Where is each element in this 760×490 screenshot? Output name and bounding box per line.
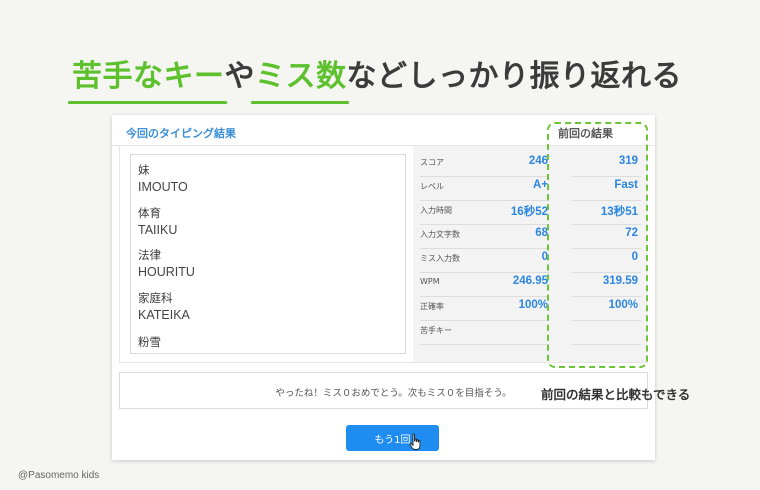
headline-highlight-weak-keys: 苦手なキー (68, 51, 226, 104)
retry-button-label: もう1回 (374, 434, 411, 446)
word-kanji: 家庭科 (138, 291, 173, 305)
word-kanji: 妹 (138, 163, 150, 177)
stat-label-wpm: WPM (420, 277, 440, 286)
word-kanji: 体育 (138, 206, 161, 220)
list-item: 家庭科 KATEIKA (138, 291, 190, 323)
word-kanji: 法律 (138, 248, 161, 262)
word-romaji: HOURITU (138, 265, 195, 279)
previous-results-highlight (547, 122, 648, 368)
stat-current-char-count: 68 (535, 227, 548, 239)
stat-label-accuracy: 正確率 (420, 302, 444, 311)
headline-highlight-miss-count: ミス数 (251, 51, 348, 104)
list-item: 妹 IMOUTO (138, 163, 188, 195)
list-item: 法律 HOURITU (138, 248, 195, 280)
headline: 苦手なキー や ミス数 などしっかり振り返れる (68, 48, 682, 104)
divider (420, 224, 549, 225)
stat-label-weak-keys: 苦手キー (420, 326, 452, 335)
word-romaji: IMOUTO (138, 180, 188, 194)
word-kanji: 粉雪 (138, 335, 161, 349)
stat-current-accuracy: 100% (518, 299, 548, 311)
compare-note: 前回の結果と比較もできる (541, 387, 691, 402)
divider (420, 200, 549, 201)
list-item: 体育 TAIIKU (138, 206, 177, 238)
divider (420, 344, 549, 345)
divider (420, 176, 549, 177)
stat-current-wpm: 246.95 (512, 275, 548, 287)
stat-current-input-time: 16秒52 (510, 206, 548, 218)
word-romaji: TAIIKU (138, 223, 178, 237)
divider (420, 296, 549, 297)
credit-text: @Pasomemo kids (18, 470, 100, 481)
stat-current-miss-count: 0 (541, 251, 548, 263)
typed-words-list[interactable]: 妹 IMOUTO 体育 TAIIKU 法律 HOURITU 家庭科 KATEIK… (130, 154, 406, 354)
word-romaji: KATEIKA (138, 308, 190, 322)
stat-label-char-count: 入力文字数 (420, 230, 460, 239)
stat-current-score: 246 (528, 155, 548, 167)
headline-text-rest: などしっかり振り返れる (346, 59, 682, 94)
stat-label-input-time: 入力時間 (420, 206, 452, 215)
divider (420, 320, 549, 321)
stat-label-score: スコア (420, 158, 444, 167)
retry-button[interactable]: もう1回 (346, 425, 439, 451)
divider (420, 272, 549, 273)
divider (420, 248, 549, 249)
stat-current-level: A+ (532, 179, 548, 191)
current-results-title: 今回のタイピング結果 (126, 127, 236, 140)
stat-label-level: レベル (420, 182, 444, 191)
list-item: 粉雪 (138, 335, 161, 350)
headline-text-ya: や (224, 59, 255, 94)
hand-pointer-icon (409, 433, 421, 450)
stat-label-miss-count: ミス入力数 (420, 254, 460, 263)
